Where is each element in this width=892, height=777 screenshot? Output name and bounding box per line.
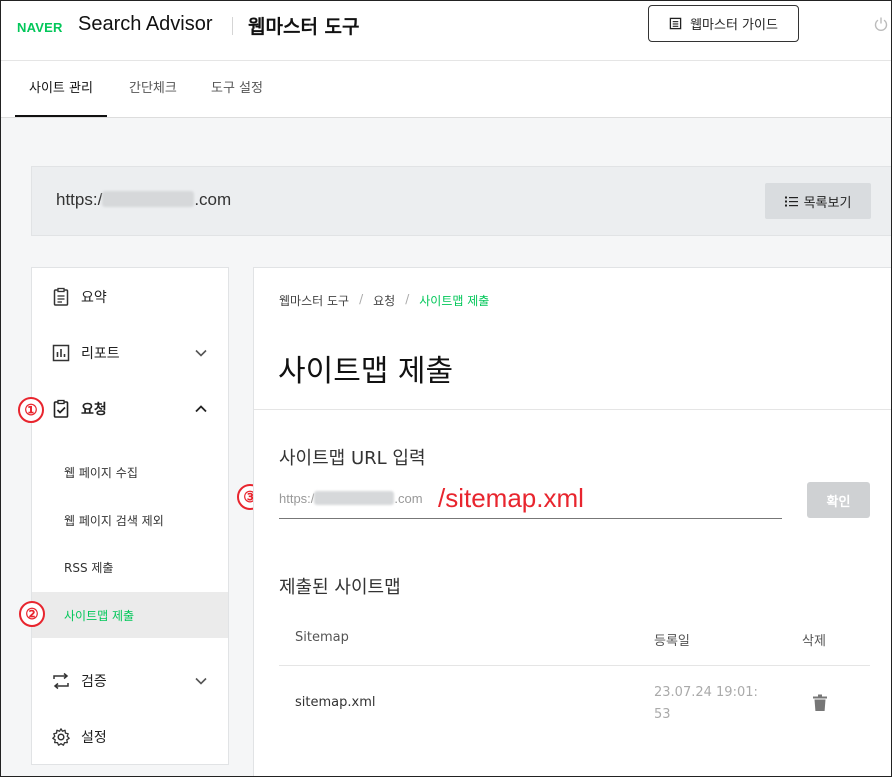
breadcrumb-item-request[interactable]: 요청	[373, 292, 395, 309]
main-panel: 웹마스터 도구 / 요청 / 사이트맵 제출 사이트맵 제출 사이트맵 URL …	[253, 267, 891, 776]
guide-button-label: 웹마스터 가이드	[690, 18, 778, 33]
main-tabs: 사이트 관리 간단체크 도구 설정	[1, 61, 891, 118]
sidebar-item-label: 요약	[81, 290, 107, 306]
document-icon	[669, 17, 682, 30]
chart-icon	[52, 344, 70, 362]
power-icon[interactable]	[873, 16, 889, 32]
redacted-domain	[314, 491, 395, 505]
tab-tool-settings[interactable]: 도구 설정	[197, 61, 277, 117]
column-header-sitemap: Sitemap	[295, 630, 349, 645]
cell-date-line2: 53	[654, 707, 671, 722]
marker-2: ②	[19, 601, 45, 627]
submitted-section-title: 제출된 사이트맵	[279, 577, 401, 598]
input-section-title: 사이트맵 URL 입력	[279, 448, 426, 469]
sidebar-subitem-page-exclude[interactable]: 웹 페이지 검색 제외	[32, 497, 228, 543]
sidebar-item-label: 검증	[81, 674, 107, 690]
url-input-prefix: https:/ .com	[279, 491, 423, 506]
list-view-button[interactable]: 목록보기	[765, 183, 871, 219]
confirm-button[interactable]: 확인	[807, 482, 870, 518]
app-window: NAVER Search Advisor 웹마스터 도구 웹마스터 가이드 사이…	[0, 0, 892, 777]
sidebar-item-summary[interactable]: 요약	[32, 277, 228, 317]
app-name[interactable]: Search Advisor	[78, 13, 213, 36]
cell-sitemap[interactable]: sitemap.xml	[295, 695, 375, 710]
breadcrumb-item-current: 사이트맵 제출	[419, 294, 490, 308]
site-bar: https:/ .com 목록보기	[31, 166, 891, 236]
tab-simple-check[interactable]: 간단체크	[115, 61, 191, 117]
tab-site-management[interactable]: 사이트 관리	[15, 61, 107, 117]
chevron-down-icon	[195, 677, 207, 685]
sidebar-item-request[interactable]: 요청	[32, 389, 228, 429]
cell-date-line1: 23.07.24 19:01:	[654, 685, 758, 700]
table-row: sitemap.xml 23.07.24 19:01: 53	[279, 667, 870, 747]
clipboard-icon	[53, 287, 69, 306]
breadcrumb-item-tools[interactable]: 웹마스터 도구	[279, 292, 349, 309]
sidebar-item-label: 리포트	[81, 346, 120, 362]
check-clipboard-icon	[53, 399, 69, 418]
list-icon	[784, 196, 798, 206]
url-prefix-suffix: .com	[394, 491, 423, 506]
sidebar: 요약 리포트 요청 웹 페이지 수집 웹 페이지 검색 제외 RSS 제출 사이…	[31, 267, 229, 765]
list-button-label: 목록보기	[803, 195, 852, 211]
redacted-domain	[102, 191, 195, 207]
top-header: NAVER Search Advisor 웹마스터 도구 웹마스터 가이드	[1, 1, 891, 61]
gear-icon	[52, 728, 70, 746]
section-divider	[254, 409, 891, 410]
table-header: Sitemap 등록일 삭제	[279, 618, 870, 666]
site-url-suffix: .com	[194, 190, 232, 209]
sidebar-item-settings[interactable]: 설정	[32, 717, 228, 757]
sidebar-subitem-sitemap[interactable]: 사이트맵 제출	[32, 592, 228, 638]
url-input-value: /sitemap.xml	[438, 483, 584, 513]
column-header-date: 등록일	[654, 634, 690, 649]
site-url-prefix: https:/	[56, 190, 103, 209]
webmaster-guide-button[interactable]: 웹마스터 가이드	[648, 5, 799, 42]
sidebar-item-verify[interactable]: 검증	[32, 661, 228, 701]
breadcrumb-separator: /	[405, 292, 410, 306]
breadcrumb-separator: /	[359, 292, 364, 306]
naver-logo[interactable]: NAVER	[17, 20, 63, 35]
swap-icon	[53, 672, 69, 690]
marker-1: ①	[18, 397, 44, 423]
chevron-down-icon	[195, 349, 207, 357]
cell-date: 23.07.24 19:01: 53	[654, 682, 774, 726]
sidebar-item-label: 설정	[81, 730, 107, 746]
page-title: 사이트맵 제출	[278, 354, 454, 389]
chevron-up-icon	[195, 405, 207, 413]
sidebar-subitem-rss[interactable]: RSS 제출	[32, 544, 228, 590]
breadcrumb: 웹마스터 도구 / 요청 / 사이트맵 제출	[279, 292, 489, 309]
column-header-delete: 삭제	[802, 634, 826, 649]
sidebar-item-report[interactable]: 리포트	[32, 333, 228, 373]
site-url: https:/ .com	[56, 190, 231, 210]
url-prefix-text: https:/	[279, 491, 315, 506]
tool-title: 웹마스터 도구	[248, 16, 360, 38]
trash-icon[interactable]	[812, 694, 828, 712]
header-divider	[232, 17, 233, 35]
sitemap-url-input[interactable]: https:/ .com /sitemap.xml	[279, 483, 782, 519]
sidebar-item-label: 요청	[81, 402, 107, 418]
sidebar-subitem-page-collect[interactable]: 웹 페이지 수집	[32, 449, 228, 495]
